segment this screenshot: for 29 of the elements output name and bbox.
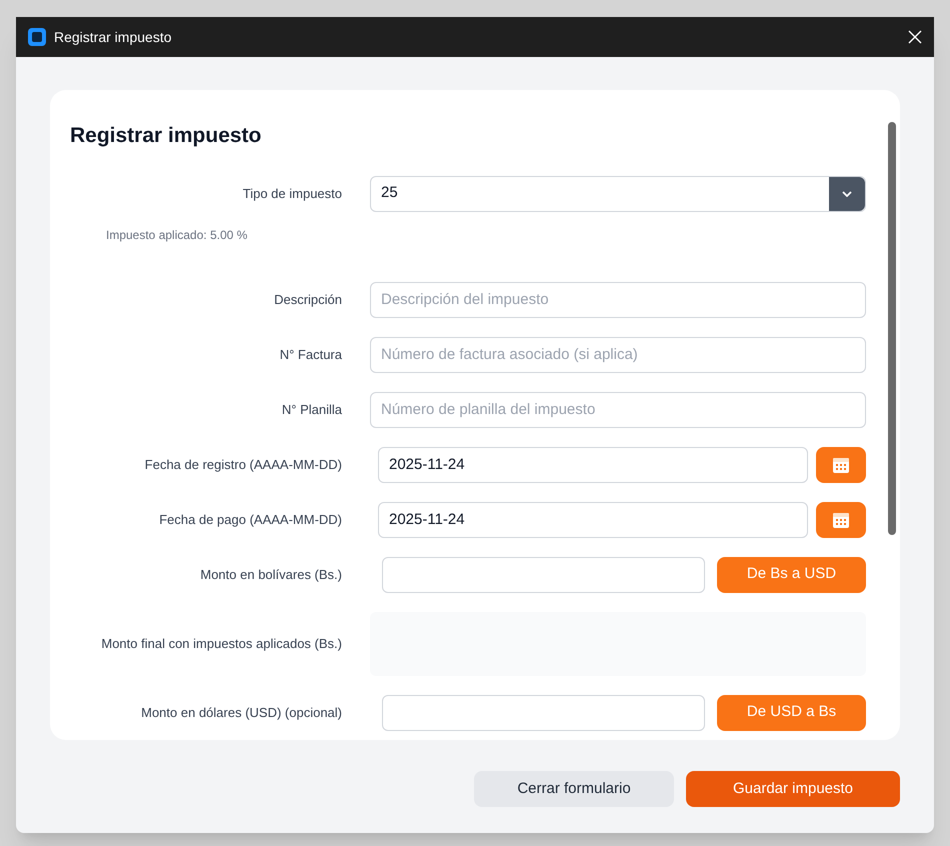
dropdown-button[interactable]	[829, 176, 865, 210]
close-icon[interactable]	[908, 30, 922, 44]
close-form-button[interactable]: Cerrar formulario	[474, 771, 674, 807]
field-label: Monto en bolívares (Bs.)	[200, 566, 342, 582]
field-label: Tipo de impuesto	[242, 186, 342, 201]
field-label: Monto final con impuestos aplicados (Bs.)	[101, 636, 342, 651]
input-field[interactable]: Número de factura asociado (si aplica)	[370, 336, 866, 372]
save-button[interactable]: Guardar impuesto	[686, 771, 900, 807]
input-field[interactable]: Número de planilla del impuesto	[370, 392, 866, 428]
date-field[interactable]: 2025-11-24	[378, 502, 808, 538]
chevron-down-icon	[842, 190, 852, 196]
field-label: N° Factura	[280, 346, 342, 362]
tax-type-select[interactable]: 25	[370, 176, 866, 212]
field-label: Monto en dólares (USD) (opcional)	[141, 704, 342, 720]
tax-rate-note: Impuesto aplicado: 5.00 %	[106, 228, 248, 242]
field-label: Fecha de registro (AAAA-MM-DD)	[144, 456, 342, 472]
window-title: Registrar impuesto	[54, 28, 172, 47]
calendar-button[interactable]	[816, 502, 866, 538]
app-icon	[28, 28, 46, 46]
form-heading: Registrar impuesto	[70, 123, 262, 149]
field-label: Fecha de pago (AAAA-MM-DD)	[159, 512, 342, 527]
date-field[interactable]: 2025-11-24	[378, 446, 808, 482]
amount-field[interactable]	[382, 694, 705, 730]
amount-field[interactable]	[382, 556, 705, 592]
calendar-button[interactable]	[816, 446, 866, 482]
field-label: N° Planilla	[282, 402, 342, 417]
input-field[interactable]: Descripción del impuesto	[370, 282, 866, 318]
scrollbar-thumb[interactable]	[888, 122, 896, 535]
field-label: Descripción	[274, 292, 342, 307]
